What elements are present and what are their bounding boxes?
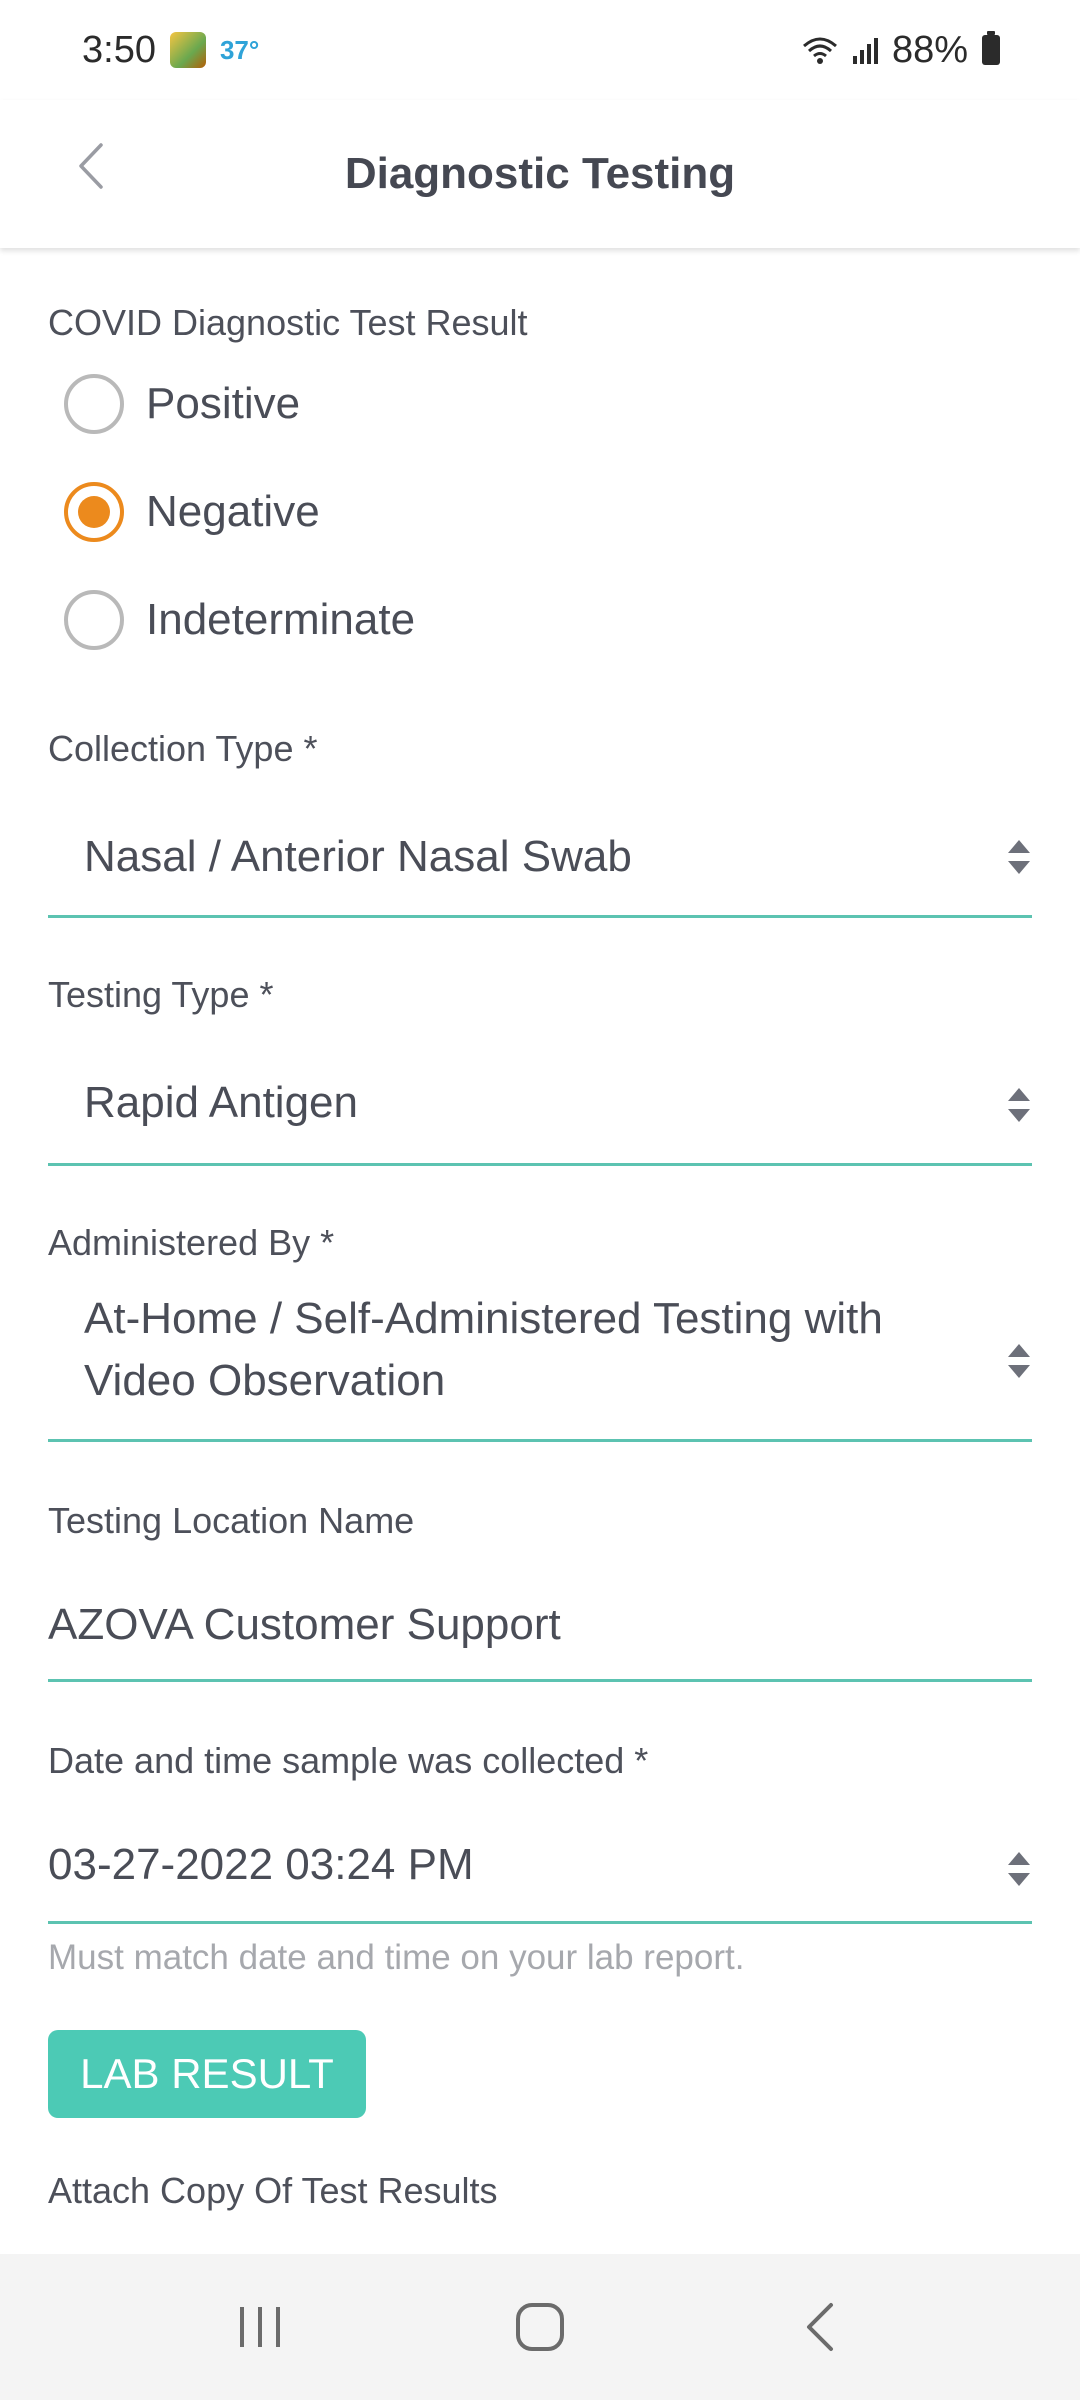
testing-type-label: Testing Type * — [48, 974, 274, 1015]
location-label: Testing Location Name — [48, 1500, 415, 1541]
status-bar: 3:50 37° 88% — [0, 0, 1080, 100]
collection-type-label: Collection Type * — [48, 728, 318, 769]
sort-arrows-icon — [1008, 1852, 1030, 1886]
wifi-icon — [802, 37, 837, 64]
date-helper-text: Must match date and time on your lab rep… — [48, 1938, 745, 1977]
radio-label: Indeterminate — [146, 595, 416, 644]
radio-positive[interactable]: Positive — [64, 374, 300, 434]
attach-label: Attach Copy Of Test Results — [48, 2170, 498, 2211]
page-title: Diagnostic Testing — [344, 149, 736, 198]
sort-arrows-icon — [1008, 1088, 1030, 1122]
testing-type-value: Rapid Antigen — [84, 1078, 358, 1127]
collection-type-select[interactable]: Nasal / Anterior Nasal Swab — [48, 806, 1032, 918]
status-right: 88% — [801, 29, 1000, 72]
status-temperature: 37° — [219, 34, 260, 65]
date-value: 03-27-2022 03:24 PM — [48, 1840, 474, 1889]
status-left: 3:50 37° — [82, 29, 259, 72]
home-icon — [516, 2303, 564, 2351]
date-time-picker[interactable]: 03-27-2022 03:24 PM — [48, 1818, 1032, 1924]
sort-arrows-icon — [1008, 840, 1030, 874]
battery-percent: 88% — [891, 28, 968, 71]
administered-by-select[interactable]: At-Home / Self-Administered Testing with… — [48, 1288, 1032, 1442]
radio-circle-icon[interactable] — [64, 590, 124, 650]
lab-result-button[interactable]: LAB RESULT — [48, 2030, 366, 2118]
radio-label: Positive — [146, 379, 301, 428]
game-app-icon — [169, 32, 206, 68]
date-label: Date and time sample was collected * — [48, 1740, 649, 1781]
status-time: 3:50 — [82, 28, 156, 71]
app-header: Diagnostic Testing — [0, 100, 1080, 248]
recent-apps-icon — [240, 2307, 280, 2347]
system-nav-bar — [0, 2254, 1080, 2400]
testing-type-select[interactable]: Rapid Antigen — [48, 1054, 1032, 1166]
radio-checked-icon[interactable] — [64, 482, 124, 542]
sort-arrows-icon — [1008, 1344, 1030, 1378]
radio-label: Negative — [146, 487, 320, 536]
system-back-button[interactable] — [775, 2282, 865, 2372]
back-button[interactable] — [60, 136, 120, 196]
collection-type-value: Nasal / Anterior Nasal Swab — [84, 832, 632, 881]
administered-by-value-line2: Video Observation — [84, 1356, 446, 1405]
home-button[interactable] — [495, 2282, 585, 2372]
radio-indeterminate[interactable]: Indeterminate — [64, 590, 415, 650]
location-input[interactable]: AZOVA Customer Support — [48, 1578, 1032, 1682]
radio-negative[interactable]: Negative — [64, 482, 320, 542]
chevron-left-icon — [79, 143, 103, 189]
battery-icon — [982, 31, 1000, 65]
location-value: AZOVA Customer Support — [48, 1600, 561, 1649]
result-label: COVID Diagnostic Test Result — [48, 302, 528, 343]
signal-icon — [852, 36, 878, 64]
administered-by-value-line1: At-Home / Self-Administered Testing with — [84, 1294, 883, 1343]
recent-apps-button[interactable] — [215, 2282, 305, 2372]
administered-by-label: Administered By * — [48, 1222, 335, 1263]
back-icon — [807, 2303, 833, 2351]
radio-circle-icon[interactable] — [64, 374, 124, 434]
